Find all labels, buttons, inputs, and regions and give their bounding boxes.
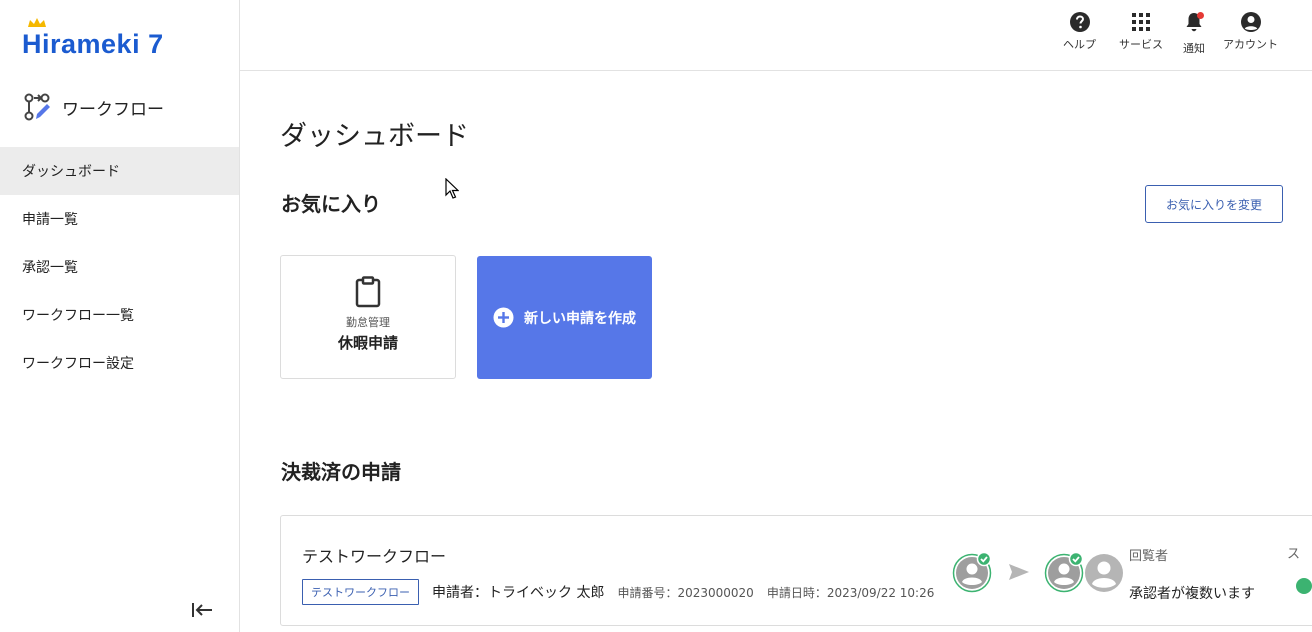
top-header: ヘルプ サービス 通知 アカウント	[240, 0, 1312, 71]
request-number: 申請番号：2023000020	[617, 585, 754, 600]
request-card[interactable]: テストワークフロー テストワークフロー 申請者：トライベック 太郎 申請番号：2…	[280, 515, 1312, 626]
brand-logo[interactable]: Hirameki 7	[22, 18, 164, 59]
sidebar: Hirameki 7 ワークフロー ダッシュボード 申請一覧 承認一覧 ワークフ…	[0, 0, 240, 632]
sidebar-item-label: 承認一覧	[22, 260, 78, 276]
mouse-cursor-icon	[445, 178, 459, 199]
account-icon	[1240, 12, 1261, 32]
approver-avatar-icon	[1085, 554, 1123, 592]
page-title: ダッシュボード	[280, 121, 469, 152]
reviewer-value: 承認者が複数います	[1129, 586, 1255, 602]
brand-logo-text: Hirameki 7	[22, 29, 164, 59]
approver-approved-avatar-icon	[1044, 551, 1084, 593]
sidebar-item-workflow-settings[interactable]: ワークフロー設定	[0, 339, 239, 387]
services-button[interactable]: サービス	[1119, 11, 1163, 52]
approved-requests-title: 決裁済の申請	[281, 460, 401, 484]
approver-approved-avatar-icon	[952, 551, 992, 593]
workflow-tag[interactable]: テストワークフロー	[302, 579, 419, 605]
sidebar-item-label: ワークフロー設定	[22, 356, 134, 372]
account-label: アカウント	[1223, 38, 1278, 51]
collapse-left-icon[interactable]	[190, 598, 214, 622]
sidebar-item-label: ワークフロー一覧	[22, 308, 134, 324]
sidebar-item-label: ダッシュボード	[22, 164, 120, 180]
applicant: 申請者：トライベック 太郎	[432, 585, 605, 601]
clipboard-icon	[355, 276, 381, 308]
help-label: ヘルプ	[1063, 38, 1096, 51]
change-favorites-button[interactable]: お気に入りを変更	[1145, 185, 1283, 223]
app-switcher[interactable]: ワークフロー	[22, 92, 164, 122]
sidebar-item-label: 申請一覧	[22, 212, 78, 228]
favorite-card-category: 勤怠管理	[346, 316, 390, 329]
favorites-title: お気に入り	[281, 192, 381, 216]
crown-icon	[28, 18, 46, 27]
services-label: サービス	[1119, 38, 1163, 51]
new-request-label: 新しい申請を作成	[524, 310, 636, 327]
workflow-icon	[24, 93, 50, 121]
plus-circle-icon	[493, 307, 514, 328]
sidebar-item-requests[interactable]: 申請一覧	[0, 195, 239, 243]
help-icon	[1069, 12, 1090, 32]
request-title: テストワークフロー	[302, 547, 447, 566]
request-date: 申請日時：2023/09/22 10:26	[766, 585, 935, 600]
grid-icon	[1132, 13, 1150, 31]
sidebar-item-workflows[interactable]: ワークフロー一覧	[0, 291, 239, 339]
approval-flow	[952, 551, 1125, 593]
favorite-card-name: 休暇申請	[337, 334, 398, 352]
notifications-button[interactable]: 通知	[1183, 11, 1205, 56]
status-label: ス	[1287, 547, 1301, 562]
sidebar-item-approvals[interactable]: 承認一覧	[0, 243, 239, 291]
app-title: ワークフロー	[62, 99, 164, 120]
sidebar-item-dashboard[interactable]: ダッシュボード	[0, 147, 239, 195]
new-request-button[interactable]: 新しい申請を作成	[477, 256, 652, 379]
notification-badge	[1197, 12, 1204, 19]
favorite-card[interactable]: 勤怠管理 休暇申請	[280, 255, 456, 379]
help-button[interactable]: ヘルプ	[1063, 11, 1096, 52]
request-meta: テストワークフロー 申請者：トライベック 太郎 申請番号：2023000020 …	[302, 579, 934, 605]
account-button[interactable]: アカウント	[1223, 11, 1278, 52]
sidebar-nav: ダッシュボード 申請一覧 承認一覧 ワークフロー一覧 ワークフロー設定	[0, 147, 239, 387]
send-arrow-icon	[1009, 564, 1029, 580]
reviewer-label: 回覧者	[1129, 549, 1169, 564]
status-complete-icon	[1296, 578, 1312, 594]
notifications-label: 通知	[1183, 42, 1205, 55]
